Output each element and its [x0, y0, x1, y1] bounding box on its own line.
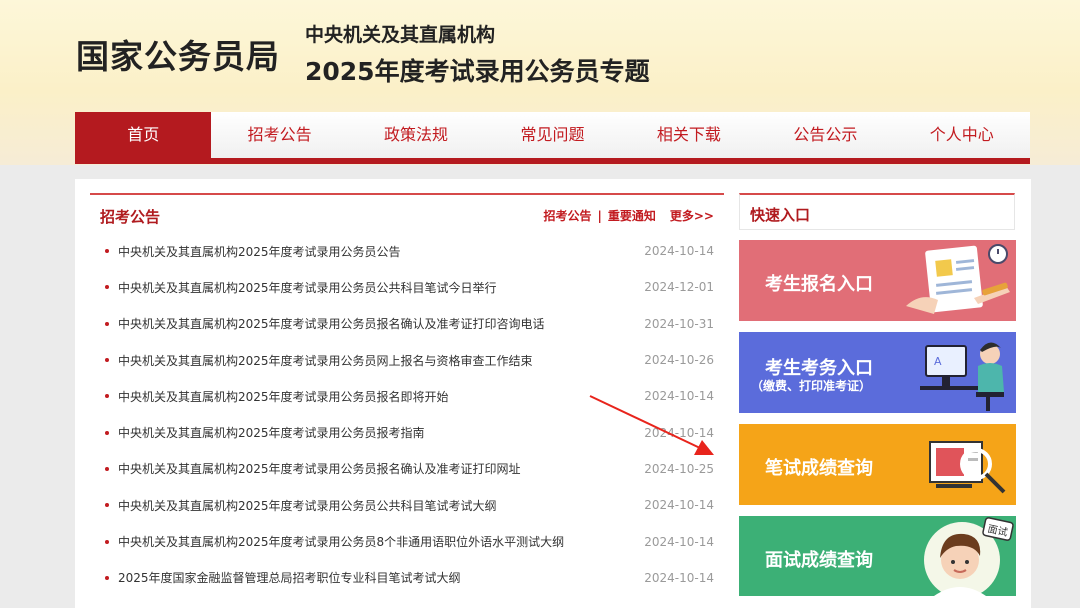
- nav-item-faq[interactable]: 常见问题: [484, 112, 620, 158]
- nav-item-public-notices[interactable]: 公告公示: [757, 112, 893, 158]
- notice-date: 2024-10-14: [644, 389, 714, 404]
- bullet-icon: [105, 249, 109, 254]
- list-item: 中央机关及其直属机构2025年度考试录用公务员公共科目笔试今日举行 2024-12…: [90, 269, 724, 305]
- quick-entry-title: 快速入口: [750, 206, 811, 224]
- notice-link[interactable]: 中央机关及其直属机构2025年度考试录用公务员报名确认及准考证打印咨询电话: [118, 315, 644, 332]
- list-item: 中央机关及其直属机构2025年度考试录用公务员网上报名与资格审查工作结束 2024…: [90, 342, 724, 378]
- main-nav: 首页 招考公告 政策法规 常见问题 相关下载 公告公示 个人中心: [75, 112, 1030, 158]
- notice-list: 中央机关及其直属机构2025年度考试录用公务员公告 2024-10-14 中央机关…: [90, 233, 724, 596]
- notice-link[interactable]: 中央机关及其直属机构2025年度考试录用公务员报名确认及准考证打印网址: [118, 460, 644, 477]
- notice-date: 2024-10-14: [644, 244, 714, 259]
- bullet-icon: [105, 321, 109, 326]
- exam-affairs-entry-note: （缴费、打印准考证）: [751, 379, 872, 393]
- nav-underline: [75, 158, 1030, 164]
- notice-link[interactable]: 中央机关及其直属机构2025年度考试录用公务员报考指南: [118, 424, 644, 441]
- more-link[interactable]: 更多>>: [670, 207, 714, 224]
- interview-avatar-icon: 面试: [924, 517, 1014, 596]
- list-item: 中央机关及其直属机构2025年度考试录用公务员报考指南 2024-10-14: [90, 414, 724, 450]
- svg-text:A: A: [934, 355, 942, 368]
- nav-item-home[interactable]: 首页: [75, 112, 212, 158]
- computer-user-icon: A: [920, 342, 1004, 411]
- bullet-icon: [105, 503, 109, 508]
- list-item: 中央机关及其直属机构2025年度考试录用公务员报名确认及准考证打印咨询电话 202…: [90, 306, 724, 342]
- nav-item-downloads[interactable]: 相关下载: [621, 112, 757, 158]
- notice-panel-links: 招考公告 | 重要通知 更多>>: [543, 207, 714, 224]
- site-logo[interactable]: 国家公务员局: [76, 30, 280, 78]
- registration-form-icon: [906, 244, 1010, 314]
- list-item: 中央机关及其直属机构2025年度考试录用公务员8个非通用语职位外语水平测试大纲 2…: [90, 523, 724, 559]
- bullet-icon: [105, 430, 109, 435]
- notice-date: 2024-10-31: [644, 316, 714, 331]
- notice-link[interactable]: 中央机关及其直属机构2025年度考试录用公务员公共科目笔试考试大纲: [118, 497, 644, 514]
- list-item: 中央机关及其直属机构2025年度考试录用公务员报名确认及准考证打印网址 2024-…: [90, 451, 724, 487]
- header-title: 2025年度考试录用公务员专题: [305, 57, 650, 86]
- quick-entry-header: 快速入口: [739, 193, 1015, 230]
- notice-date: 2024-10-26: [644, 353, 714, 368]
- notice-date: 2024-12-01: [644, 280, 714, 295]
- bullet-icon: [105, 575, 109, 580]
- header-subtitle: 中央机关及其直属机构: [305, 24, 496, 46]
- notice-panel-title: 招考公告: [100, 208, 161, 226]
- notice-link[interactable]: 中央机关及其直属机构2025年度考试录用公务员公告: [118, 243, 644, 260]
- exam-paper-icon: [929, 441, 1006, 494]
- notice-link[interactable]: 中央机关及其直属机构2025年度考试录用公务员8个非通用语职位外语水平测试大纲: [118, 533, 644, 550]
- registration-entry-button[interactable]: 考生报名入口: [739, 240, 1016, 321]
- notice-date: 2024-10-25: [644, 461, 714, 476]
- list-item: 中央机关及其直属机构2025年度考试录用公务员公共科目笔试考试大纲 2024-10…: [90, 487, 724, 523]
- bullet-icon: [105, 394, 109, 399]
- bullet-icon: [105, 285, 109, 290]
- notice-link[interactable]: 中央机关及其直属机构2025年度考试录用公务员网上报名与资格审查工作结束: [118, 352, 644, 369]
- nav-item-policies[interactable]: 政策法规: [348, 112, 484, 158]
- notice-link[interactable]: 中央机关及其直属机构2025年度考试录用公务员报名即将开始: [118, 388, 644, 405]
- notice-date: 2024-10-14: [644, 534, 714, 549]
- nav-item-announcements[interactable]: 招考公告: [211, 112, 347, 158]
- notice-date: 2024-10-14: [644, 498, 714, 513]
- nav-item-personal-center[interactable]: 个人中心: [894, 112, 1030, 158]
- link-separator: |: [597, 208, 602, 223]
- list-item: 中央机关及其直属机构2025年度考试录用公务员报名即将开始 2024-10-14: [90, 378, 724, 414]
- notice-date: 2024-10-14: [644, 570, 714, 585]
- notice-link[interactable]: 中央机关及其直属机构2025年度考试录用公务员公共科目笔试今日举行: [118, 279, 644, 296]
- list-item: 中央机关及其直属机构2025年度考试录用公务员公告 2024-10-14: [90, 233, 724, 269]
- registration-entry-label: 考生报名入口: [765, 274, 873, 295]
- written-score-query-button[interactable]: 笔试成绩查询: [739, 424, 1016, 505]
- notice-panel: 招考公告 招考公告 | 重要通知 更多>> 中央机关及其直属机构2025年度考试…: [90, 193, 724, 598]
- notice-link[interactable]: 2025年度国家金融监督管理总局招考职位专业科目笔试考试大纲: [118, 569, 644, 586]
- link-announcements[interactable]: 招考公告: [543, 207, 591, 224]
- bullet-icon: [105, 466, 109, 471]
- list-item: 2025年度国家金融监督管理总局招考职位专业科目笔试考试大纲 2024-10-14: [90, 560, 724, 596]
- exam-affairs-entry-button[interactable]: 考生考务入口 （缴费、打印准考证） A: [739, 332, 1016, 413]
- bullet-icon: [105, 539, 109, 544]
- interview-score-query-label: 面试成绩查询: [765, 550, 873, 571]
- written-score-query-label: 笔试成绩查询: [765, 458, 873, 479]
- interview-score-query-button[interactable]: 面试成绩查询 面试: [739, 516, 1016, 596]
- bullet-icon: [105, 358, 109, 363]
- notice-date: 2024-10-14: [644, 425, 714, 440]
- link-important-notices[interactable]: 重要通知: [608, 207, 656, 224]
